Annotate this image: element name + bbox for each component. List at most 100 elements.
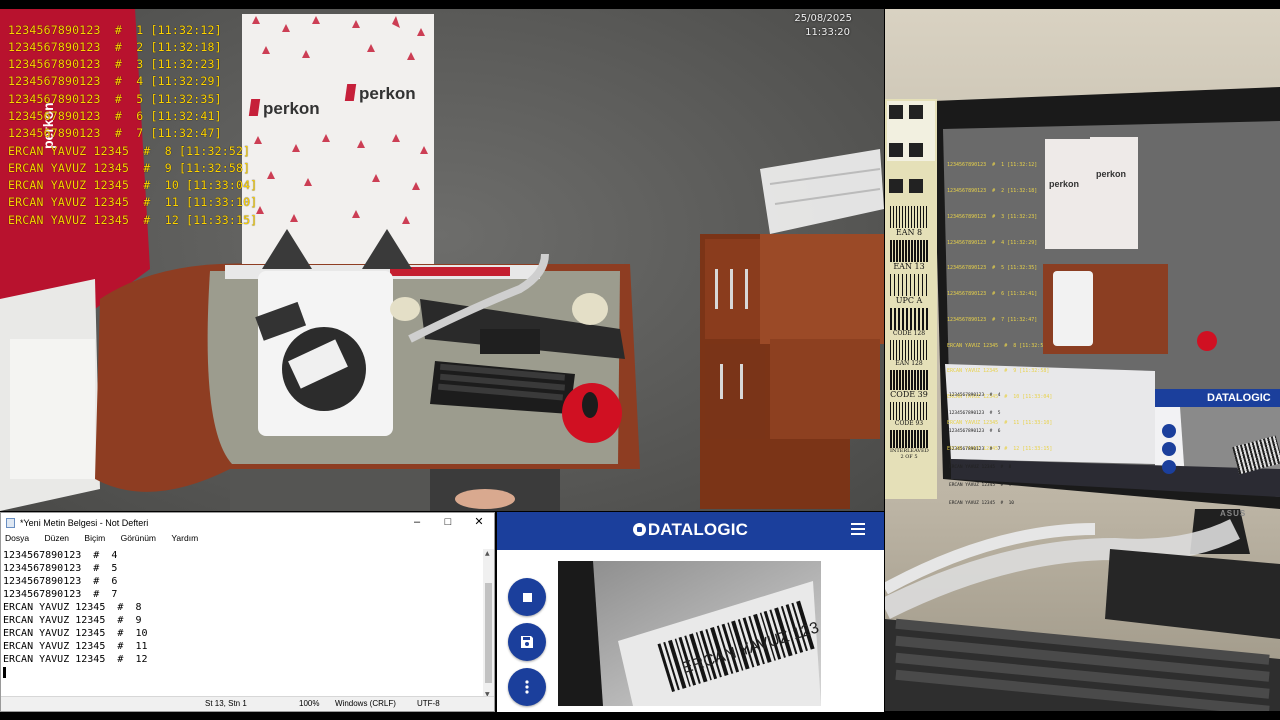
text-line: ERCAN YAVUZ 12345 # 12 [3,654,148,665]
monitor-banner-left: perkon [1045,139,1090,249]
monitor-notepad-text: 1234567890123 # 4 1234567890123 # 5 1234… [949,381,1149,519]
status-encoding: UTF-8 [417,699,440,708]
datalogic-app: DATALOGIC ERCAN YAVUZ 123 [497,512,884,712]
text-line: ERCAN YAVUZ 12345 # 9 [3,615,142,626]
monitor-scan-log-line: 1234567890123 # 7 [11:32:47] [947,316,1038,323]
more-options-button[interactable] [508,668,546,706]
datalogic-logo-icon [632,523,646,536]
scan-log-line: 1234567890123 # 1 [11:32:12] [8,23,222,37]
minimize-icon[interactable]: – [406,515,428,529]
maximize-icon[interactable]: □ [437,515,459,529]
notepad-menubar: Dosya Düzen Biçim Görünüm Yardım [1,533,494,549]
barcode-sample [890,308,928,330]
scan-log-line: ERCAN YAVUZ 12345 # 11 [11:33:10] [8,195,258,209]
monitor-scanner-stand [1053,271,1093,346]
notepad-statusbar: St 13, Stn 1 100% Windows (CRLF) UTF-8 [1,696,494,711]
monitor-scan-log-line: 1234567890123 # 4 [11:32:29] [947,239,1038,246]
barcode-label: EAN 128 [895,360,923,367]
barcode-label: EAN 13 [893,262,925,271]
text-line: 1234567890123 # 6 [3,576,118,587]
scan-log-line: 1234567890123 # 3 [11:32:23] [8,57,222,71]
monitor-notepad-line: ERCAN YAVUZ 12345 # 9 [949,483,1012,488]
menu-gorunum[interactable]: Görünüm [121,533,156,543]
monitor-notepad-line: ERCAN YAVUZ 12345 # 8 [949,465,1012,470]
datalogic-logo-text: DATALOGIC [647,520,749,539]
status-line-ending: Windows (CRLF) [335,699,396,708]
barcode-label: UPC A [895,296,923,305]
save-button[interactable] [508,623,546,661]
monitor-datalogic-logo: DATALOGIC [1207,392,1271,404]
photo-scene [885,87,1280,711]
barcode-label: CODE 39 [890,390,928,399]
more-vert-icon [525,680,529,694]
text-cursor [3,667,6,678]
monitor-scan-log-line: 1234567890123 # 5 [11:32:35] [947,265,1038,272]
monitor-notepad-line: ERCAN YAVUZ 12345 # 10 [949,501,1015,506]
monitor-scan-log-line: 1234567890123 # 3 [11:32:23] [947,213,1038,220]
barcode-label: EAN 8 [895,228,923,237]
text-line: ERCAN YAVUZ 12345 # 11 [3,641,148,652]
close-icon[interactable]: ✕ [468,515,490,529]
scan-log-line: 1234567890123 # 6 [11:32:41] [8,109,222,123]
notepad-titlebar[interactable]: *Yeni Metin Belgesi - Not Defteri – □ ✕ [1,513,494,533]
notepad-text-area[interactable]: 1234567890123 # 4 1234567890123 # 5 1234… [1,549,484,697]
barcode-label: CODE 128 [892,330,926,337]
scan-log-line: ERCAN YAVUZ 12345 # 9 [11:32:58] [8,161,251,175]
app-header: DATALOGIC [497,512,884,550]
status-position: St 13, Stn 1 [205,699,247,708]
notepad-title: *Yeni Metin Belgesi - Not Defteri [20,518,149,528]
barcode-sample [890,430,928,448]
monitor-scan-log-line: 1234567890123 # 1 [11:32:12] [947,162,1038,169]
monitor-more-icon [1162,460,1176,474]
barcode-sample [890,370,928,390]
menu-yardim[interactable]: Yardım [171,533,198,543]
camera-time: 11:33:20 [805,27,850,38]
scan-log-line: ERCAN YAVUZ 12345 # 10 [11:33:04] [8,178,258,192]
monitor-brand: ASUS [1220,509,1247,518]
monitor-banner-right: perkon [1090,137,1138,249]
barcode-sample [890,274,928,296]
monitor-perkon-text: perkon [1096,169,1127,179]
banner-pattern [252,16,428,269]
barcode-sample [890,206,928,228]
monitor-mousepad [1197,331,1217,351]
scan-log-line: 1234567890123 # 7 [11:32:47] [8,126,222,140]
text-line: 1234567890123 # 4 [3,550,118,561]
barcode-sample [890,240,928,262]
camera-feed: perkon perkon perkon 1234567890123 # 1 [… [0,9,884,511]
text-line: 1234567890123 # 7 [3,589,118,600]
vertical-scrollbar[interactable]: ▲ ▼ [483,549,494,699]
text-line: ERCAN YAVUZ 12345 # 10 [3,628,148,639]
menu-duzen[interactable]: Düzen [44,533,69,543]
monitor-scan-log-line: ERCAN YAVUZ 12345 # 9 [11:32:58] [947,368,1050,375]
monitor-perkon-text: perkon [1049,179,1080,189]
scan-log-line: 1234567890123 # 2 [11:32:18] [8,40,222,54]
barcode-label: CODE 93 [894,420,924,427]
save-icon [521,636,533,648]
menu-bicim[interactable]: Biçim [84,533,105,543]
scanner-camera-preview: ERCAN YAVUZ 123 [558,561,821,706]
scan-log-line: 1234567890123 # 5 [11:32:35] [8,92,222,106]
barcode-label: INTERLEAVED 2 OF 5 [890,448,929,460]
menu-dosya[interactable]: Dosya [5,533,29,543]
monitor-notepad-line: 1234567890123 # 4 [949,393,1001,398]
monitor-notepad-line: 1234567890123 # 5 [949,411,1001,416]
scan-log-line: ERCAN YAVUZ 12345 # 12 [11:33:15] [8,213,258,227]
camera-date: 25/08/2025 [794,13,852,24]
notepad-window: *Yeni Metin Belgesi - Not Defteri – □ ✕ … [0,512,495,712]
status-zoom: 100% [299,699,320,708]
text-line: ERCAN YAVUZ 12345 # 8 [3,602,142,613]
scrollbar-thumb[interactable] [485,583,492,683]
monitor-notepad-line: 1234567890123 # 6 [949,429,1001,434]
barcode-sample [890,340,928,360]
stop-button[interactable] [508,578,546,616]
monitor-notepad-line: 1234567890123 # 7 [949,447,1001,452]
scroll-up-icon[interactable]: ▲ [485,550,490,557]
scan-log-line: ERCAN YAVUZ 12345 # 8 [11:32:52] [8,144,251,158]
monitor-save-icon [1162,442,1176,456]
monitor-scan-log-line: 1234567890123 # 2 [11:32:18] [947,187,1038,194]
text-line: 1234567890123 # 5 [3,563,118,574]
hamburger-menu-icon[interactable] [851,523,865,535]
scan-log-line: 1234567890123 # 4 [11:32:29] [8,74,222,88]
barcode-sample-strip: EAN 8 EAN 13 UPC A CODE 128 EAN 128 CODE… [890,204,929,504]
